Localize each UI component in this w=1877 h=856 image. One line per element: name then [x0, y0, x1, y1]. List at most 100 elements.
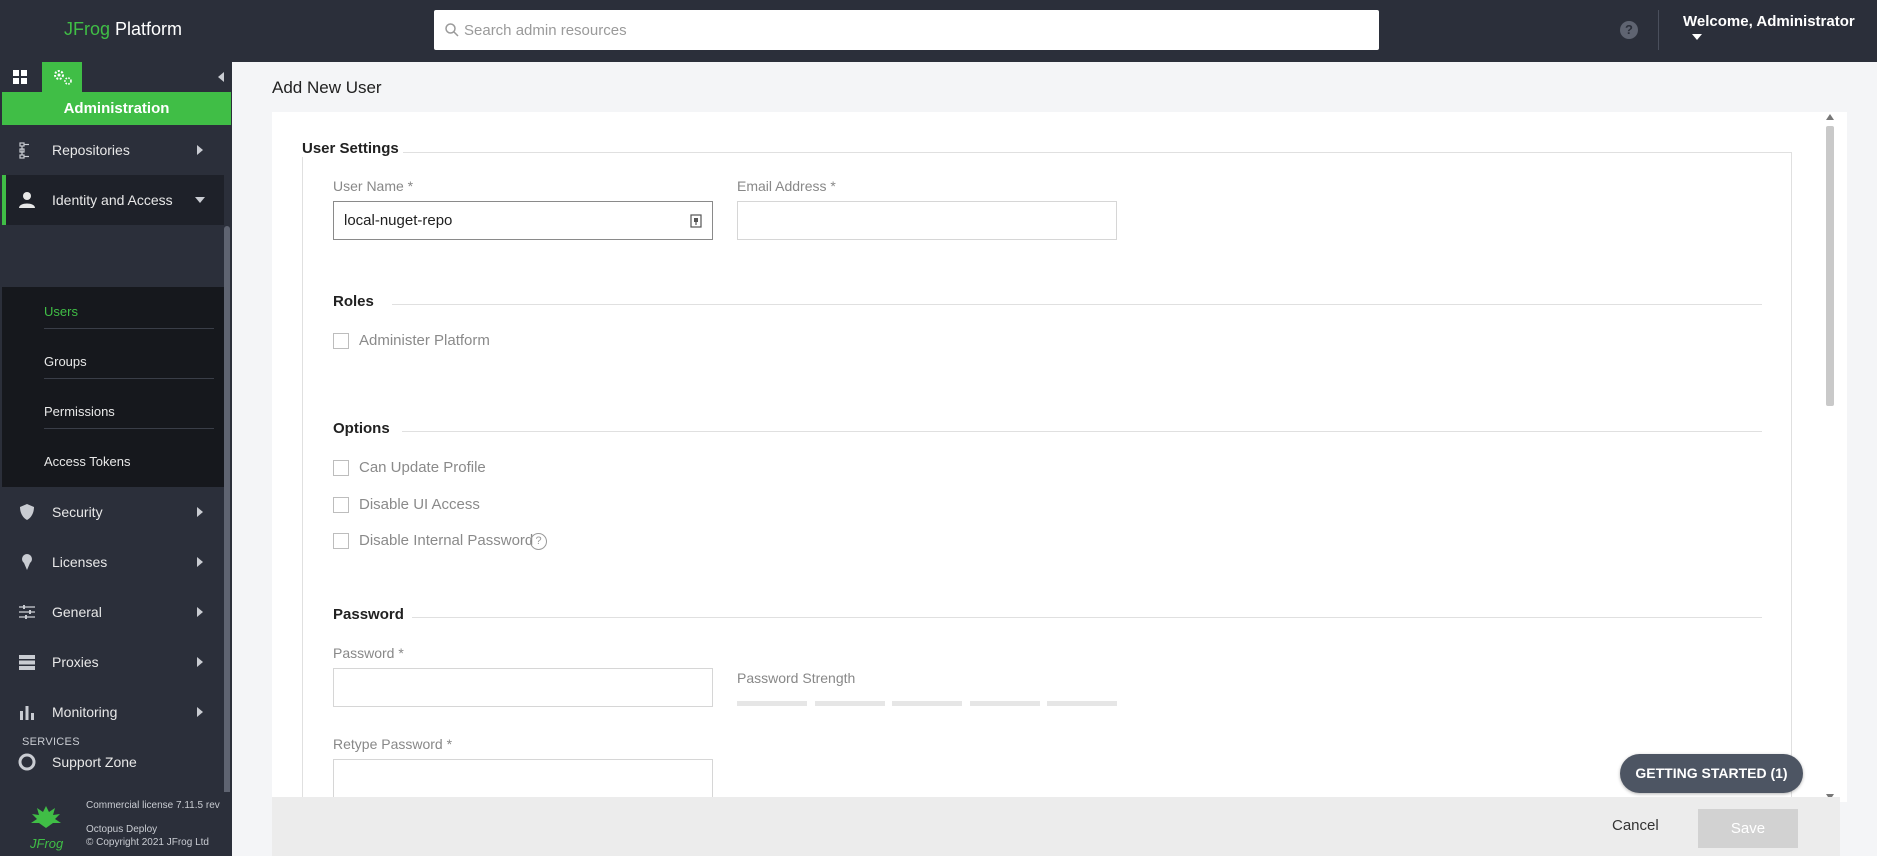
- license-icon: [22, 554, 32, 570]
- sidebar-footer: JFrog Commercial license 7.11.5 rev Octo…: [0, 792, 232, 856]
- scrollbar-thumb[interactable]: [1826, 126, 1834, 406]
- disable-internal-password-checkbox[interactable]: [333, 533, 349, 549]
- username-field[interactable]: [333, 201, 713, 240]
- chevron-right-icon: [197, 557, 203, 567]
- sidebar-item-identity-and-access[interactable]: Identity and Access: [2, 175, 224, 225]
- password-strength-segment: [815, 701, 885, 706]
- admin-search[interactable]: [434, 10, 1379, 50]
- sidebar-item-security[interactable]: Security: [2, 487, 224, 537]
- section-divider: [412, 617, 1762, 618]
- email-label: Email Address *: [737, 178, 836, 194]
- options-title: Options: [333, 420, 390, 437]
- password-strength-segment: [892, 701, 962, 706]
- header-divider: [1658, 10, 1659, 50]
- can-update-profile-label: Can Update Profile: [359, 459, 486, 476]
- sidebar-services-heading: SERVICES: [22, 736, 80, 748]
- retype-password-field[interactable]: [333, 759, 713, 798]
- cancel-button[interactable]: Cancel: [1612, 817, 1659, 834]
- sidebar-item-label: Proxies: [52, 654, 99, 670]
- form-scrollbar[interactable]: [1825, 112, 1835, 802]
- main-content: Add New User User Settings User Name * E…: [232, 62, 1877, 856]
- sliders-icon: [19, 605, 35, 619]
- footer-logo-text: JFrog: [30, 836, 64, 851]
- chevron-down-icon: [195, 197, 205, 203]
- sidebar-item-general[interactable]: General: [2, 587, 224, 637]
- company-name: Octopus Deploy: [86, 824, 158, 835]
- section-divider: [392, 304, 1762, 305]
- application-grid-icon[interactable]: [12, 69, 28, 85]
- lifebuoy-icon: [18, 753, 36, 771]
- sidebar-tabs: [0, 62, 232, 92]
- sidebar-section-title: Administration: [2, 92, 231, 125]
- disable-ui-access-checkbox[interactable]: [333, 497, 349, 513]
- sidebar-item-proxies[interactable]: Proxies: [2, 637, 224, 687]
- user-icon: [19, 192, 35, 208]
- password-title: Password: [333, 606, 404, 623]
- sidebar-item-label: Licenses: [52, 554, 108, 570]
- user-menu[interactable]: Welcome, Administrator: [1683, 13, 1855, 30]
- scroll-up-icon[interactable]: [1826, 114, 1834, 120]
- sidebar-item-monitoring[interactable]: Monitoring: [2, 687, 224, 737]
- disable-internal-password-label: Disable Internal Password: [359, 532, 534, 549]
- repositories-icon: [19, 142, 29, 159]
- chevron-right-icon: [197, 707, 203, 717]
- chevron-right-icon: [197, 507, 203, 517]
- sidebar-subitem-groups[interactable]: Groups: [44, 354, 87, 369]
- search-input[interactable]: [464, 18, 1364, 42]
- user-settings-legend: User Settings: [302, 140, 403, 157]
- can-update-profile-checkbox[interactable]: [333, 460, 349, 476]
- sidebar-scrollbar[interactable]: [224, 226, 230, 802]
- identity-submenu: Users Groups Permissions Access Tokens: [2, 287, 224, 487]
- bar-chart-icon: [20, 706, 34, 720]
- tab-administration[interactable]: [42, 62, 82, 92]
- password-strength-segment: [970, 701, 1040, 706]
- sidebar-item-label: Security: [52, 504, 103, 520]
- license-text: Commercial license 7.11.5 rev: [86, 800, 220, 811]
- divider: [44, 328, 214, 329]
- sidebar-item-label: Repositories: [52, 142, 130, 158]
- roles-title: Roles: [333, 293, 374, 310]
- sidebar-item-label: Identity and Access: [52, 192, 173, 208]
- password-strength-label: Password Strength: [737, 670, 856, 686]
- divider: [44, 428, 214, 429]
- sidebar-subitem-users[interactable]: Users: [44, 304, 78, 319]
- divider: [44, 378, 214, 379]
- sidebar-subitem-permissions[interactable]: Permissions: [44, 404, 115, 419]
- sidebar-subitem-access-tokens[interactable]: Access Tokens: [44, 454, 130, 469]
- sidebar-item-label: General: [52, 604, 102, 620]
- copyright-text: © Copyright 2021 JFrog Ltd: [86, 837, 209, 848]
- save-button[interactable]: Save: [1698, 809, 1798, 848]
- section-divider: [402, 431, 1762, 432]
- active-indicator: [2, 175, 6, 225]
- sidebar-item-repositories[interactable]: Repositories: [2, 125, 224, 175]
- password-strength-segment: [1047, 701, 1117, 706]
- page-title: Add New User: [272, 78, 382, 97]
- caret-down-icon[interactable]: [1690, 32, 1704, 42]
- retype-password-label: Retype Password *: [333, 736, 453, 752]
- collapse-sidebar-icon[interactable]: [216, 70, 226, 84]
- chevron-right-icon: [197, 657, 203, 667]
- top-bar: JFrog Platform ? Welcome, Administrator: [0, 0, 1877, 62]
- email-field[interactable]: [737, 201, 1117, 240]
- administer-platform-checkbox[interactable]: [333, 333, 349, 349]
- logo-product: Platform: [115, 19, 183, 39]
- password-strength-segment: [737, 701, 807, 706]
- gears-icon: [54, 70, 72, 85]
- logo-brand: JFrog: [64, 19, 111, 39]
- sidebar-item-label: Monitoring: [52, 704, 118, 720]
- chevron-right-icon: [197, 145, 203, 155]
- password-manager-icon[interactable]: [690, 214, 702, 228]
- search-icon: [445, 23, 459, 37]
- jfrog-platform-logo[interactable]: JFrog Platform: [64, 19, 182, 40]
- administer-platform-label: Administer Platform: [359, 332, 490, 349]
- form-actions-bar: Cancel Save: [272, 797, 1840, 856]
- help-icon[interactable]: ?: [1620, 21, 1638, 39]
- getting-started-button[interactable]: GETTING STARTED (1): [1620, 754, 1803, 793]
- sidebar: Administration Repositories Identity and…: [0, 62, 232, 856]
- add-user-form: User Settings User Name * Email Address …: [272, 112, 1847, 802]
- password-label: Password *: [333, 645, 404, 661]
- sidebar-item-licenses[interactable]: Licenses: [2, 537, 224, 587]
- server-icon: [19, 655, 35, 670]
- password-field[interactable]: [333, 668, 713, 707]
- question-mark-icon[interactable]: ?: [530, 533, 547, 550]
